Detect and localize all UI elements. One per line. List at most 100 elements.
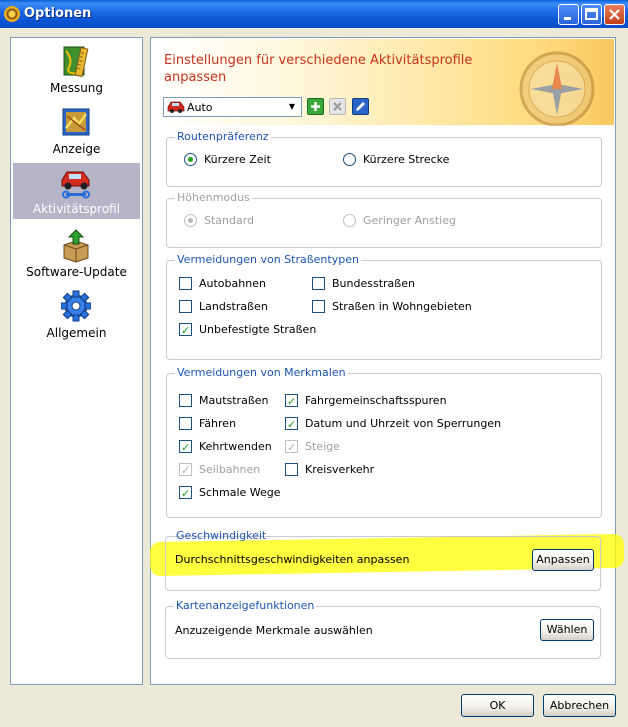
ok-button[interactable]: OK — [461, 694, 534, 717]
radio-label: Kürzere Strecke — [363, 153, 450, 166]
close-icon — [609, 9, 620, 20]
add-profile-button[interactable] — [307, 98, 324, 115]
group-title: Vermeidungen von Straßentypen — [175, 253, 361, 266]
app-compass-icon — [4, 6, 20, 22]
title-bar[interactable]: Optionen — [0, 0, 628, 28]
sidebar-item-label: Anzeige — [52, 142, 101, 156]
sidebar-item-label: Aktivitätsprofil — [32, 202, 121, 216]
checkbox[interactable] — [179, 394, 192, 407]
chevron-down-icon[interactable]: ▼ — [285, 100, 299, 114]
profile-toolbar: Auto ▼ — [163, 97, 603, 121]
group-title: Geschwindigkeit — [176, 529, 267, 542]
group-title: Routenpräferenz — [175, 130, 271, 143]
checkbox[interactable]: ✓ — [285, 394, 298, 408]
radio-button[interactable] — [184, 153, 197, 166]
radio-dot — [188, 157, 193, 162]
minimize-icon — [564, 17, 571, 20]
road-types-group: Vermeidungen von Straßentypen Autobahnen… — [166, 253, 602, 360]
route-preference-group: Routenpräferenz Kürzere Zeit Kürzere Str… — [166, 130, 602, 187]
delete-x-icon — [333, 102, 342, 111]
sidebar-item-label: Software-Update — [26, 265, 127, 279]
minimize-button[interactable] — [558, 4, 579, 25]
checkmark-icon: ✓ — [181, 324, 191, 337]
sidebar-item-messung[interactable]: Messung — [13, 42, 140, 98]
checkmark-icon: ✓ — [181, 464, 191, 477]
radio-dot — [188, 218, 193, 223]
map-display-icon — [62, 108, 90, 136]
plus-icon — [311, 102, 320, 111]
radio-label: Standard — [204, 214, 255, 227]
checkmark-icon: ✓ — [287, 418, 297, 431]
maximize-icon — [585, 8, 598, 20]
car-profile-icon — [61, 171, 90, 199]
checkbox: ✓ — [285, 440, 298, 454]
page-title: Einstellungen für verschiedene Aktivität… — [164, 53, 473, 85]
features-group: Vermeidungen von Merkmalen Mautstraßen ✓… — [166, 366, 602, 518]
checkbox[interactable] — [312, 300, 325, 313]
maximize-button[interactable] — [581, 4, 602, 25]
options-window: Optionen Messung Anzeige Aktivitätsprofi… — [0, 0, 628, 727]
height-mode-group: Höhenmodus Standard Geringer Anstieg — [166, 191, 602, 248]
speed-group: Geschwindigkeit Durchschnittsgeschwindig… — [165, 529, 601, 591]
pencil-icon — [356, 102, 365, 111]
radio-label: Kürzere Zeit — [204, 153, 271, 166]
checkmark-icon: ✓ — [181, 441, 191, 454]
sidebar-item-label: Allgemein — [46, 326, 107, 340]
checkbox[interactable] — [312, 277, 325, 290]
radio-button — [184, 214, 197, 227]
close-button[interactable] — [604, 4, 625, 25]
edit-profile-button[interactable] — [352, 98, 369, 115]
checkbox[interactable]: ✓ — [179, 486, 192, 500]
radio-label: Geringer Anstieg — [363, 214, 456, 227]
checkbox-label: Kehrtwenden — [199, 440, 272, 453]
package-update-icon — [63, 229, 89, 263]
radio-button[interactable] — [343, 153, 356, 166]
sidebar-item-aktivitaetsprofil[interactable]: Aktivitätsprofil — [13, 163, 140, 219]
checkbox[interactable]: ✓ — [179, 440, 192, 454]
sidebar-item-anzeige[interactable]: Anzeige — [13, 103, 140, 159]
checkbox-label: Fahrgemeinschaftsspuren — [305, 394, 447, 407]
checkbox-label: Mautstraßen — [199, 394, 269, 407]
checkbox-label: Seilbahnen — [199, 463, 261, 476]
checkbox[interactable] — [179, 300, 192, 313]
checkbox-label: Steige — [305, 440, 340, 453]
speed-description: Durchschnittsgeschwindigkeiten anpassen — [175, 553, 410, 566]
adjust-speed-button[interactable]: Anpassen — [532, 549, 594, 571]
checkmark-icon: ✓ — [287, 395, 297, 408]
checkbox-label: Autobahnen — [199, 277, 266, 290]
checkbox: ✓ — [179, 463, 192, 477]
delete-profile-button[interactable] — [329, 98, 346, 115]
checkbox-label: Straßen in Wohngebieten — [332, 300, 472, 313]
checkbox[interactable] — [179, 277, 192, 290]
car-icon — [167, 101, 185, 113]
checkmark-icon: ✓ — [181, 487, 191, 500]
sidebar-item-allgemein[interactable]: Allgemein — [13, 287, 140, 343]
group-title: Höhenmodus — [175, 191, 252, 204]
profile-select-value: Auto — [187, 101, 213, 114]
map-features-description: Anzuzeigende Merkmale auswählen — [175, 624, 373, 637]
checkbox-label: Datum und Uhrzeit von Sperrungen — [305, 417, 502, 430]
profile-select[interactable]: Auto ▼ — [163, 97, 302, 117]
checkbox-label: Schmale Wege — [199, 486, 281, 499]
checkbox-label: Fähren — [199, 417, 237, 430]
checkmark-icon: ✓ — [287, 441, 297, 454]
ruler-map-icon — [63, 46, 89, 78]
gear-icon — [61, 290, 91, 322]
checkbox-label: Bundesstraßen — [332, 277, 415, 290]
checkbox-label: Landstraßen — [199, 300, 268, 313]
sidebar-item-software-update[interactable]: Software-Update — [13, 226, 140, 282]
group-title: Kartenanzeigefunktionen — [174, 599, 317, 612]
group-title: Vermeidungen von Merkmalen — [175, 366, 348, 379]
radio-button — [343, 214, 356, 227]
window-title: Optionen — [24, 6, 92, 21]
sidebar-item-label: Messung — [49, 81, 104, 95]
checkbox-label: Unbefestigte Straßen — [199, 323, 317, 336]
cancel-button[interactable]: Abbrechen — [543, 694, 616, 717]
checkbox[interactable] — [179, 417, 192, 430]
map-features-group: Kartenanzeigefunktionen Anzuzeigende Mer… — [165, 599, 601, 659]
choose-features-button[interactable]: Wählen — [540, 619, 594, 641]
checkbox[interactable]: ✓ — [285, 417, 298, 431]
checkbox[interactable]: ✓ — [179, 323, 192, 337]
category-sidebar: Messung Anzeige Aktivitätsprofil Softwar… — [10, 37, 143, 685]
checkbox[interactable] — [285, 463, 298, 476]
